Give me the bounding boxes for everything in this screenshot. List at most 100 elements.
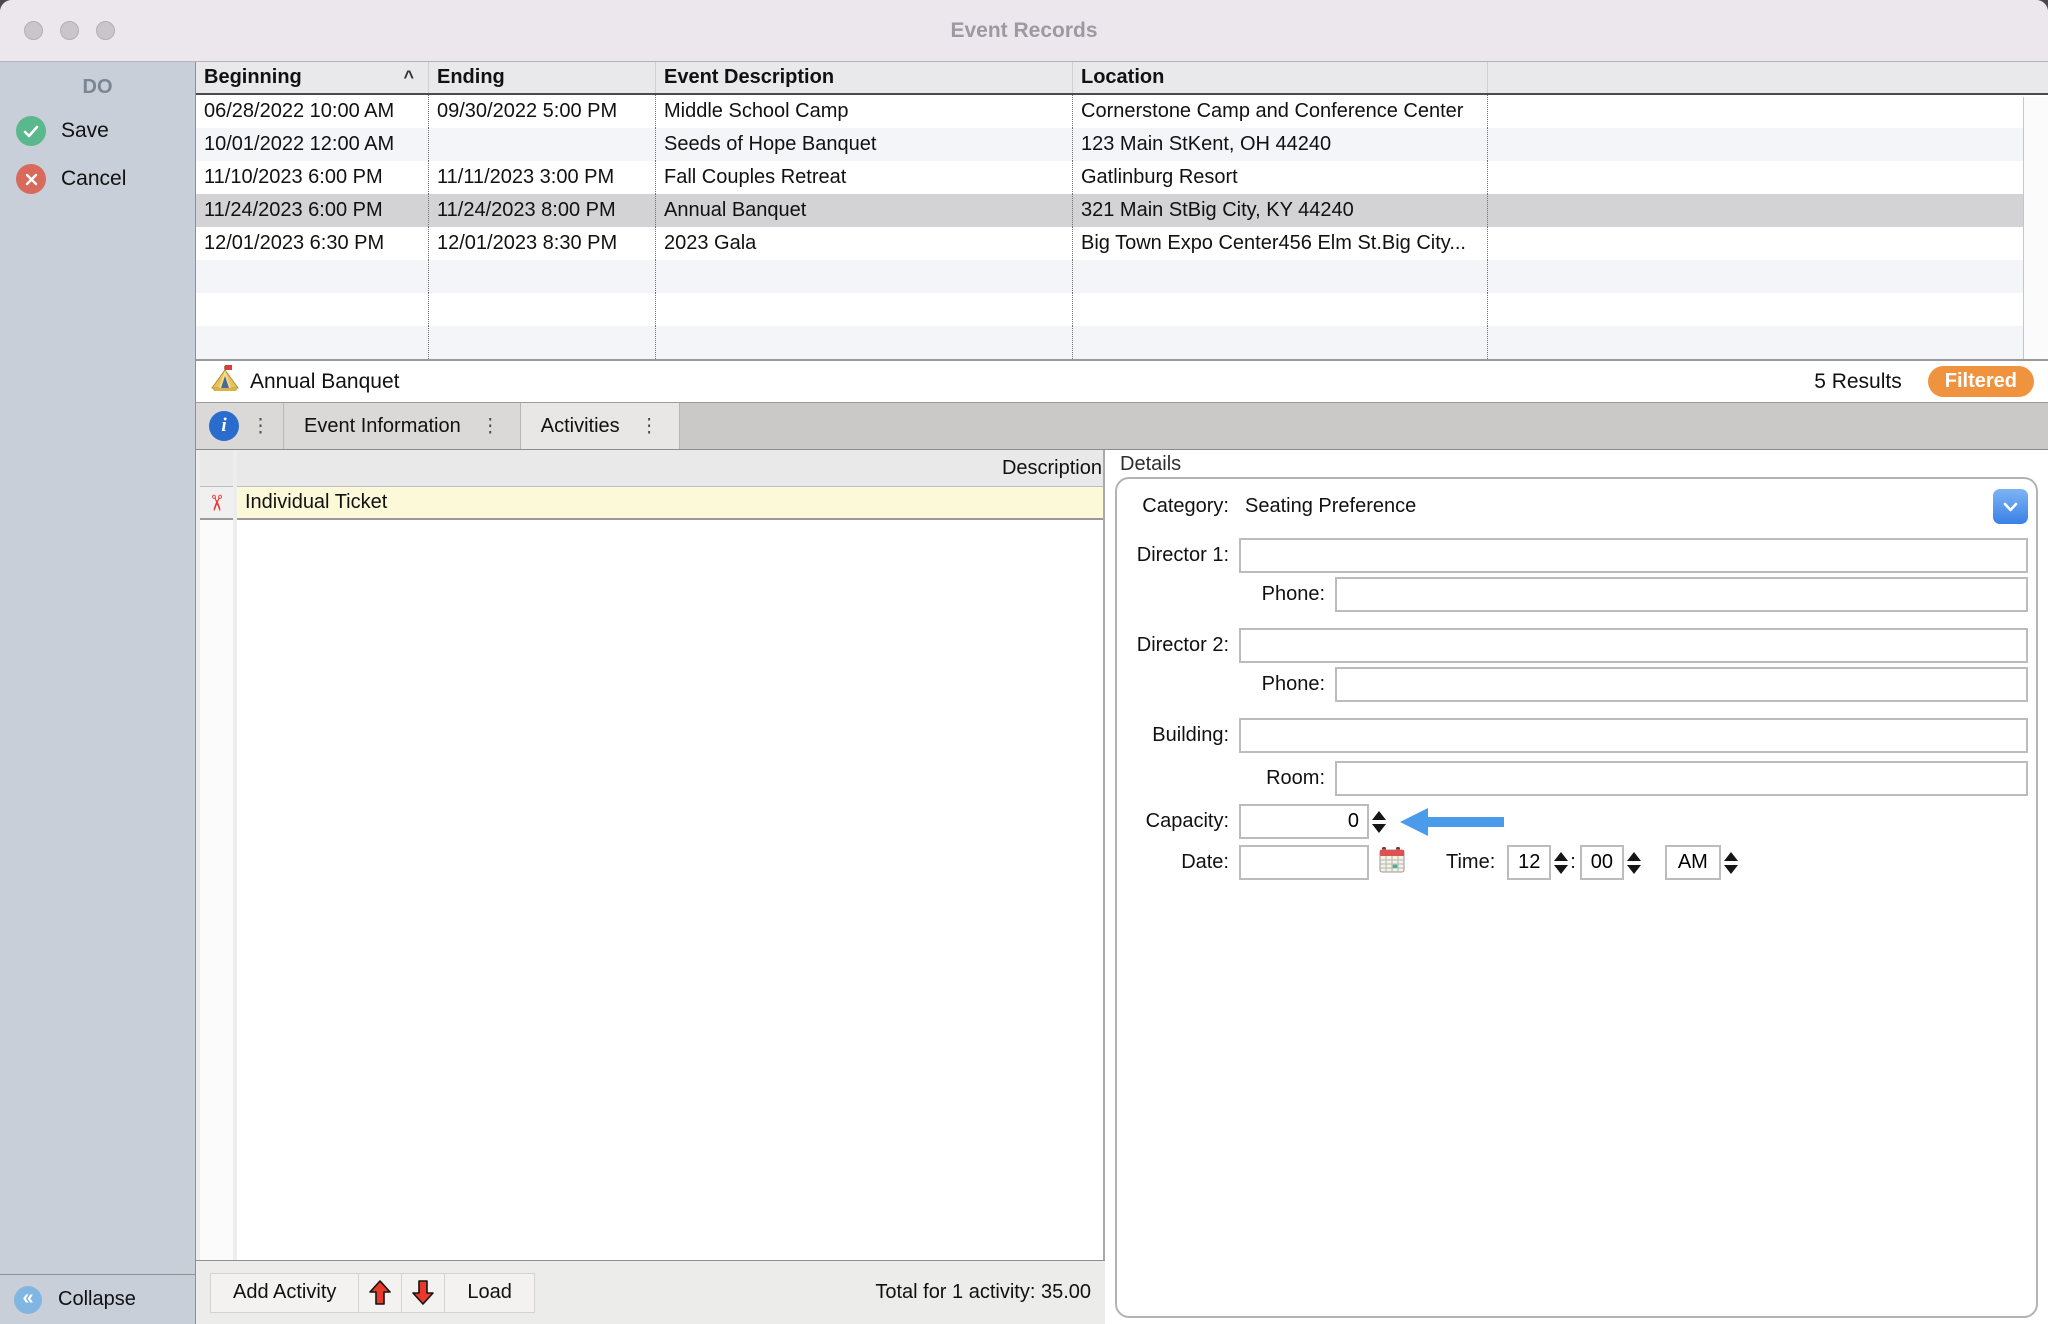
event-records-window: Event Records DO Save Cancel « Collapse — [0, 0, 2048, 1324]
activities-panel: Description ✂ Individual Ticket — [196, 450, 1105, 1324]
building-label: Building: — [1117, 724, 1239, 747]
calendar-icon[interactable] — [1378, 846, 1406, 879]
category-label: Category: — [1117, 495, 1239, 518]
director1-row: Director 1: — [1117, 538, 2028, 573]
sidebar-header: DO — [0, 76, 195, 99]
cancel-label: Cancel — [61, 167, 126, 191]
activities-gutter — [200, 520, 233, 1260]
phone1-input[interactable] — [1335, 577, 2028, 612]
table-row-empty — [196, 326, 2048, 359]
red-down-arrow-icon — [411, 1279, 435, 1306]
chevron-down-icon — [2003, 502, 2018, 512]
building-row: Building: — [1117, 718, 2028, 753]
category-row: Category: Seating Preference — [1117, 489, 2028, 524]
cancel-x-icon — [16, 164, 46, 194]
capacity-row: Capacity: — [1117, 804, 2028, 839]
tab-menu-dots-icon[interactable]: ⋮ — [251, 415, 270, 438]
time-meridiem-stepper[interactable] — [1724, 852, 1738, 874]
time-label: Time: — [1446, 851, 1495, 874]
activities-table: Description ✂ Individual Ticket — [200, 450, 1105, 1260]
load-button[interactable]: Load — [444, 1273, 535, 1313]
circus-tent-icon — [210, 364, 240, 399]
room-label: Room: — [1117, 767, 1335, 790]
title-bar: Event Records — [0, 0, 2048, 62]
director2-label: Director 2: — [1117, 634, 1239, 657]
add-activity-button[interactable]: Add Activity — [210, 1273, 359, 1313]
category-dropdown-button[interactable] — [1993, 489, 2028, 524]
table-row[interactable]: 10/01/2022 12:00 AM Seeds of Hope Banque… — [196, 128, 2048, 161]
details-panel-title: Details — [1120, 453, 1181, 476]
column-header-beginning[interactable]: Beginning ^ — [196, 62, 429, 93]
activity-row[interactable]: ✂ Individual Ticket — [200, 487, 1103, 520]
cancel-button[interactable]: Cancel — [0, 155, 195, 203]
save-label: Save — [61, 119, 109, 143]
filtered-badge[interactable]: Filtered — [1928, 366, 2034, 397]
column-header-ending[interactable]: Ending — [429, 62, 656, 93]
annotation-arrow-icon — [1400, 808, 1504, 836]
tab-event-information[interactable]: Event Information ⋮ — [284, 403, 521, 449]
capacity-label: Capacity: — [1117, 810, 1239, 833]
time-hour-stepper[interactable] — [1554, 852, 1568, 874]
date-input[interactable] — [1239, 845, 1369, 880]
collapse-chevrons-icon: « — [14, 1286, 42, 1314]
activities-footer: Add Activity Load Total for 1 activity: … — [196, 1260, 1105, 1324]
tab-menu-dots-icon[interactable]: ⋮ — [481, 415, 500, 438]
time-separator: : — [1570, 851, 1576, 874]
category-value: Seating Preference — [1245, 495, 1416, 518]
description-column-header[interactable]: Description — [237, 450, 1103, 487]
tab-activities[interactable]: Activities ⋮ — [521, 403, 680, 449]
table-row-selected[interactable]: 11/24/2023 6:00 PM 11/24/2023 8:00 PM An… — [196, 194, 2048, 227]
time-meridiem-input[interactable] — [1665, 845, 1721, 880]
save-check-icon — [16, 116, 46, 146]
table-row[interactable]: 12/01/2023 6:30 PM 12/01/2023 8:30 PM 20… — [196, 227, 2048, 260]
delete-activity-button[interactable]: ✂ — [200, 487, 233, 520]
activity-description-cell[interactable]: Individual Ticket — [237, 487, 1103, 520]
date-time-row: Date: — [1117, 845, 2028, 880]
red-up-arrow-icon — [368, 1279, 392, 1306]
close-window-icon[interactable] — [24, 21, 43, 40]
scissors-icon: ✂ — [204, 493, 230, 511]
table-row-empty — [196, 293, 2048, 326]
minimize-window-icon[interactable] — [60, 21, 79, 40]
phone2-input[interactable] — [1335, 667, 2028, 702]
window-title: Event Records — [950, 19, 1097, 43]
tab-menu-dots-icon[interactable]: ⋮ — [640, 415, 659, 438]
column-header-location[interactable]: Location — [1073, 62, 1488, 93]
room-input[interactable] — [1335, 761, 2028, 796]
table-row-empty — [196, 260, 2048, 293]
activities-header-row: Description — [200, 450, 1103, 487]
capacity-stepper[interactable] — [1372, 811, 1386, 833]
column-header-blank — [1488, 62, 2048, 93]
time-hour-input[interactable] — [1507, 845, 1551, 880]
table-header-row: Beginning ^ Ending Event Description Loc… — [196, 62, 2048, 95]
save-button[interactable]: Save — [0, 107, 195, 155]
date-label: Date: — [1117, 851, 1239, 874]
details-fieldset: Category: Seating Preference Director 1: — [1115, 477, 2038, 1318]
table-scrollbar[interactable] — [2023, 97, 2048, 359]
sort-ascending-icon: ^ — [403, 67, 414, 88]
phone1-row: Phone: — [1117, 577, 2028, 612]
details-panel: Details Category: Seating Preference Dir… — [1105, 450, 2048, 1324]
director2-input[interactable] — [1239, 628, 2028, 663]
sidebar: DO Save Cancel « Collapse — [0, 62, 196, 1324]
phone2-row: Phone: — [1117, 667, 2028, 702]
info-tab-button[interactable]: i ⋮ — [196, 403, 284, 449]
director1-label: Director 1: — [1117, 544, 1239, 567]
zoom-window-icon[interactable] — [96, 21, 115, 40]
column-header-event-description[interactable]: Event Description — [656, 62, 1073, 93]
capacity-input[interactable] — [1239, 804, 1369, 839]
collapse-button[interactable]: « Collapse — [0, 1274, 195, 1324]
window-controls — [24, 0, 115, 61]
director1-input[interactable] — [1239, 538, 2028, 573]
time-minute-stepper[interactable] — [1627, 852, 1641, 874]
move-down-button[interactable] — [401, 1273, 445, 1313]
table-row[interactable]: 11/10/2023 6:00 PM 11/11/2023 3:00 PM Fa… — [196, 161, 2048, 194]
director2-row: Director 2: — [1117, 628, 2028, 663]
selected-record-bar: Annual Banquet 5 Results Filtered — [196, 361, 2048, 403]
phone1-label: Phone: — [1117, 583, 1335, 606]
move-up-button[interactable] — [358, 1273, 402, 1313]
time-minute-input[interactable] — [1580, 845, 1624, 880]
event-records-table: Beginning ^ Ending Event Description Loc… — [196, 62, 2048, 361]
table-row[interactable]: 06/28/2022 10:00 AM 09/30/2022 5:00 PM M… — [196, 95, 2048, 128]
building-input[interactable] — [1239, 718, 2028, 753]
